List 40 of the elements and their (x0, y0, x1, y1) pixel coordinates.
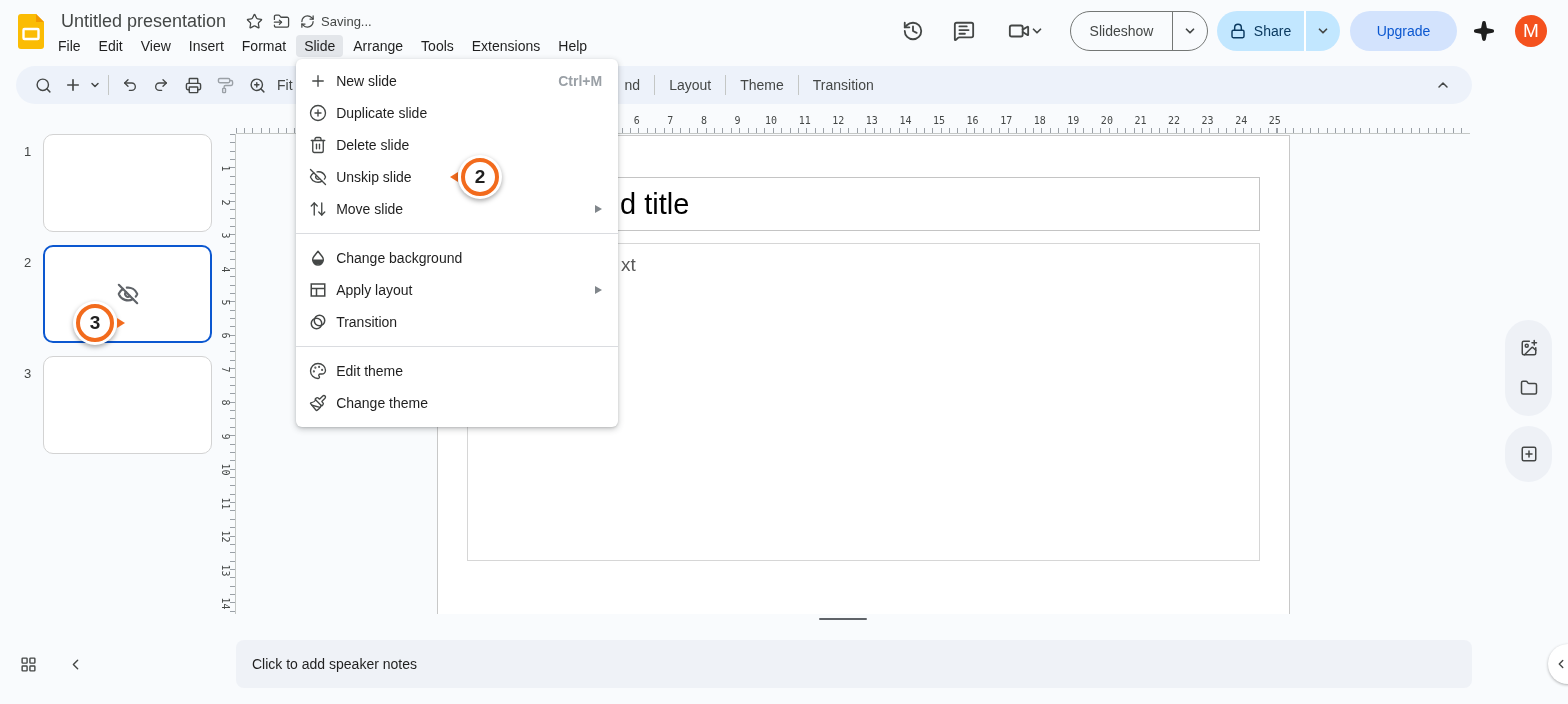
ruler-number: 21 (1133, 114, 1148, 126)
ruler-number: 6 (219, 332, 231, 339)
ruler-number: 12 (219, 530, 231, 543)
ruler-number: 16 (965, 114, 980, 126)
ruler-number: 9 (733, 114, 742, 126)
ruler-number: 7 (219, 366, 231, 373)
ruler-number: 17 (999, 114, 1014, 126)
ruler-number: 2 (219, 199, 231, 206)
ruler-number: 1 (219, 165, 231, 172)
ruler-number: 6 (632, 114, 641, 126)
ruler-number: 22 (1167, 114, 1182, 126)
ruler-number: 4 (219, 266, 231, 273)
ruler-number: 11 (219, 497, 231, 510)
ruler-number: 11 (797, 114, 812, 126)
ruler-number: 24 (1234, 114, 1249, 126)
ruler-number: 14 (219, 597, 231, 610)
ruler-number: 8 (219, 399, 231, 406)
ruler-number: 10 (219, 463, 231, 476)
slide-number: 1 (23, 143, 33, 159)
ruler-number: 5 (219, 299, 231, 306)
slide-number: 3 (23, 365, 33, 381)
ruler-number: 18 (1032, 114, 1047, 126)
shortcut-text: Ctrl+M (558, 73, 603, 89)
ruler-number: 25 (1267, 114, 1282, 126)
ruler-number: 9 (219, 433, 231, 440)
save-status: Saving... (321, 13, 372, 29)
ruler-number: 12 (831, 114, 846, 126)
ruler-number: 19 (1066, 114, 1081, 126)
ruler-number: 3 (219, 232, 231, 239)
ruler-number: 20 (1099, 114, 1114, 126)
ruler-number: 10 (764, 114, 779, 126)
ruler-number: 7 (666, 114, 675, 126)
ruler-number: 14 (898, 114, 913, 126)
ruler-number: 13 (219, 564, 231, 577)
ruler-number: 15 (931, 114, 946, 126)
ruler-number: 23 (1200, 114, 1215, 126)
ruler-number: 8 (699, 114, 708, 126)
step-marker: 2 (458, 155, 503, 199)
ruler-number: 13 (864, 114, 879, 126)
slide-number: 2 (23, 254, 33, 270)
